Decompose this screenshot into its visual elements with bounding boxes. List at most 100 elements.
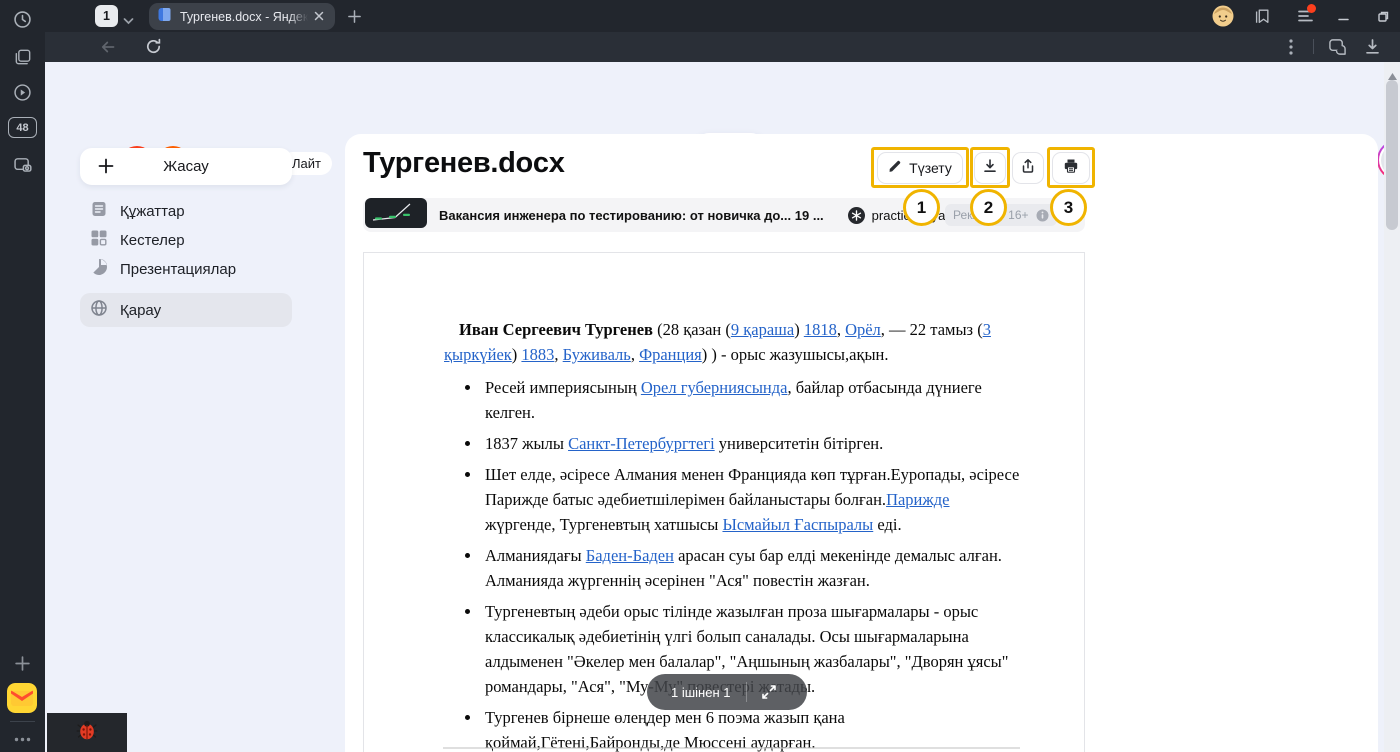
minimize-icon[interactable] bbox=[1332, 6, 1354, 26]
edit-button-label: Түзету bbox=[909, 160, 952, 176]
doc-text: Тургенев бірнеше өлеңдер мен 6 поэма жаз… bbox=[485, 708, 845, 752]
info-icon[interactable] bbox=[1036, 209, 1049, 222]
add-panel-icon[interactable] bbox=[10, 651, 35, 676]
ad-thumbnail-chart-icon bbox=[365, 198, 427, 233]
ad-disclaimer-pill: Реклама 16+ bbox=[945, 204, 1057, 226]
rail-more-icon[interactable] bbox=[10, 727, 35, 752]
share-button[interactable] bbox=[1012, 152, 1044, 184]
tab-group-counter[interactable]: 1 bbox=[95, 5, 118, 27]
doc-bullet: Ресей империясының Орел губерниясында, б… bbox=[482, 375, 1022, 425]
ad-banner[interactable]: Вакансия инженера по тестированию: от но… bbox=[363, 198, 1085, 232]
sidebar-item-documents[interactable]: Құжаттар bbox=[80, 197, 292, 226]
doc-intro-paragraph: Иван Сергеевич Тургенев (28 қазан (9 қар… bbox=[444, 317, 1022, 367]
back-icon[interactable] bbox=[99, 38, 117, 61]
doc-link[interactable]: Ысмайыл Ғаспыралы bbox=[722, 515, 873, 534]
doc-text: (28 қазан ( bbox=[653, 320, 731, 339]
tab-bar: 1 Тургенев.docx - Яндекс bbox=[45, 0, 1400, 32]
doc-text: ) bbox=[794, 320, 804, 339]
rail-divider bbox=[10, 721, 35, 722]
bug-overlay-chip[interactable] bbox=[47, 713, 127, 752]
share-icon bbox=[1020, 158, 1036, 179]
ad-headline: Вакансия инженера по тестированию: от но… bbox=[439, 208, 824, 223]
edit-button[interactable]: Түзету bbox=[877, 152, 963, 184]
doc-bullet: Шет елде, әсіресе Алмания менен Францияд… bbox=[482, 462, 1022, 537]
download-icon bbox=[982, 158, 998, 179]
doc-text: жүргенде, Тургеневтың хатшысы bbox=[485, 515, 722, 534]
screen: 48 1 Тургенев.docx - Яндекс bbox=[0, 0, 1400, 752]
doc-text: , bbox=[631, 345, 639, 364]
sidebar-item-presentations[interactable]: Презентациялар bbox=[80, 255, 292, 284]
toolbar-divider bbox=[1313, 39, 1314, 54]
restore-window-icon[interactable] bbox=[1372, 6, 1394, 26]
scrollbar-thumb[interactable] bbox=[1386, 80, 1398, 230]
kebab-menu-icon[interactable] bbox=[1289, 39, 1293, 60]
doc-link[interactable]: Франция bbox=[639, 345, 702, 364]
download-button[interactable] bbox=[974, 152, 1006, 184]
page-scrollbar[interactable] bbox=[1384, 62, 1400, 752]
print-button[interactable] bbox=[1052, 152, 1090, 184]
doc-text: еді. bbox=[873, 515, 901, 534]
collections-icon[interactable] bbox=[1328, 38, 1347, 61]
reload-icon[interactable] bbox=[144, 37, 163, 61]
doc-link[interactable]: Санкт-Петербургтегі bbox=[568, 434, 715, 453]
pencil-icon bbox=[888, 159, 902, 178]
pager-divider bbox=[746, 682, 747, 702]
doc-text: ) ) - орыс жазушысы,ақын. bbox=[702, 345, 889, 364]
create-button-label: Жасау bbox=[80, 158, 292, 175]
sidebar-item-label: Кестелер bbox=[120, 232, 185, 249]
yandex360-header: Я 360 Лайт Пошта Диск Құжаттар 24 Күнтіз bbox=[45, 62, 1400, 134]
page-indicator-label: 1 ішінен 1 bbox=[671, 685, 730, 700]
doc-bullet: 1837 жылы Санкт-Петербургтегі университе… bbox=[482, 431, 1022, 456]
sidebar-item-tables[interactable]: Кестелер bbox=[80, 226, 292, 255]
tab-panels-icon[interactable] bbox=[10, 44, 35, 69]
sidebar-item-label: Презентациялар bbox=[120, 261, 236, 278]
doc-text: Ресей империясының bbox=[485, 378, 641, 397]
document-icon bbox=[90, 200, 108, 223]
ad-disclaimer-label: Реклама bbox=[953, 208, 1001, 222]
fullscreen-expand-icon[interactable] bbox=[761, 684, 777, 700]
ad-age-label: 16+ bbox=[1008, 208, 1028, 222]
tab-title: Тургенев.docx - Яндекс bbox=[180, 10, 308, 24]
globe-icon bbox=[90, 299, 108, 322]
doc-link[interactable]: Орел губерниясында bbox=[641, 378, 788, 397]
active-tab[interactable]: Тургенев.docx - Яндекс bbox=[149, 3, 335, 30]
doc-text: Алманиядағы bbox=[485, 546, 586, 565]
yandex-mail-icon[interactable] bbox=[7, 683, 37, 713]
play-icon[interactable] bbox=[10, 80, 35, 105]
doc-link[interactable]: Орёл bbox=[845, 320, 881, 339]
tab-close-icon[interactable] bbox=[314, 8, 324, 26]
doc-text: ) bbox=[512, 345, 522, 364]
menu-notification-dot bbox=[1307, 4, 1316, 13]
clipped-next-line bbox=[443, 747, 1020, 749]
doc-link[interactable]: 1818 bbox=[804, 320, 837, 339]
bookmarks-panel-icon[interactable] bbox=[1251, 6, 1273, 26]
create-button[interactable]: Жасау bbox=[80, 148, 292, 185]
doc-text: , bbox=[554, 345, 562, 364]
doc-link[interactable]: 1883 bbox=[521, 345, 554, 364]
ladybug-icon bbox=[75, 718, 99, 747]
sidebar-item-label: Құжаттар bbox=[120, 203, 185, 220]
downloads-icon[interactable] bbox=[1364, 38, 1381, 61]
new-tab-icon[interactable] bbox=[343, 6, 365, 26]
doc-link[interactable]: Буживаль bbox=[563, 345, 631, 364]
doc-text: Иван Сергеевич Тургенев bbox=[459, 320, 653, 339]
doc-text: , bbox=[837, 320, 845, 339]
doc-link[interactable]: Баден-Баден bbox=[586, 546, 674, 565]
sidebar-item-view[interactable]: Қарау bbox=[80, 293, 292, 327]
sidebar-item-label: Қарау bbox=[120, 302, 161, 319]
doc-link[interactable]: 9 қараша bbox=[731, 320, 794, 339]
profile-emoji-avatar[interactable] bbox=[1212, 5, 1234, 32]
history-icon[interactable] bbox=[10, 7, 35, 32]
doc-text: 1837 жылы bbox=[485, 434, 568, 453]
presentations-icon bbox=[90, 258, 108, 281]
doc-link[interactable]: Парижде bbox=[886, 490, 949, 509]
doc-text: университетін бітірген. bbox=[715, 434, 884, 453]
page-indicator-pill: 1 ішінен 1 bbox=[647, 674, 807, 710]
screenshot-icon[interactable] bbox=[10, 152, 35, 177]
tab-counter-badge[interactable]: 48 bbox=[8, 117, 37, 138]
document-title: Тургенев.docx bbox=[363, 147, 565, 180]
chevron-down-icon[interactable] bbox=[123, 12, 134, 30]
doc-text: , — 22 тамыз ( bbox=[881, 320, 983, 339]
tab-favicon-docs-icon bbox=[157, 7, 172, 27]
address-toolbar bbox=[45, 32, 1400, 62]
